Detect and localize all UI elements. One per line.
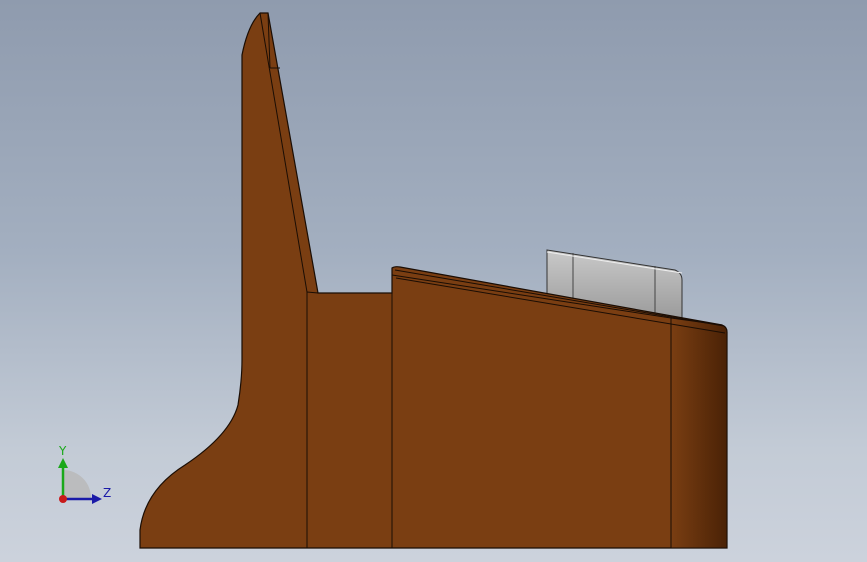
triad-plane-icon (63, 470, 92, 499)
bracket-end-face (670, 317, 728, 549)
model-view-canvas[interactable]: Y Z (0, 0, 867, 562)
y-axis-label: Y (58, 444, 67, 458)
coordinate-triad: Y Z (58, 444, 111, 504)
z-axis-label: Z (103, 486, 111, 500)
x-axis-icon (59, 495, 67, 503)
3d-viewport[interactable]: Y Z (0, 0, 867, 562)
